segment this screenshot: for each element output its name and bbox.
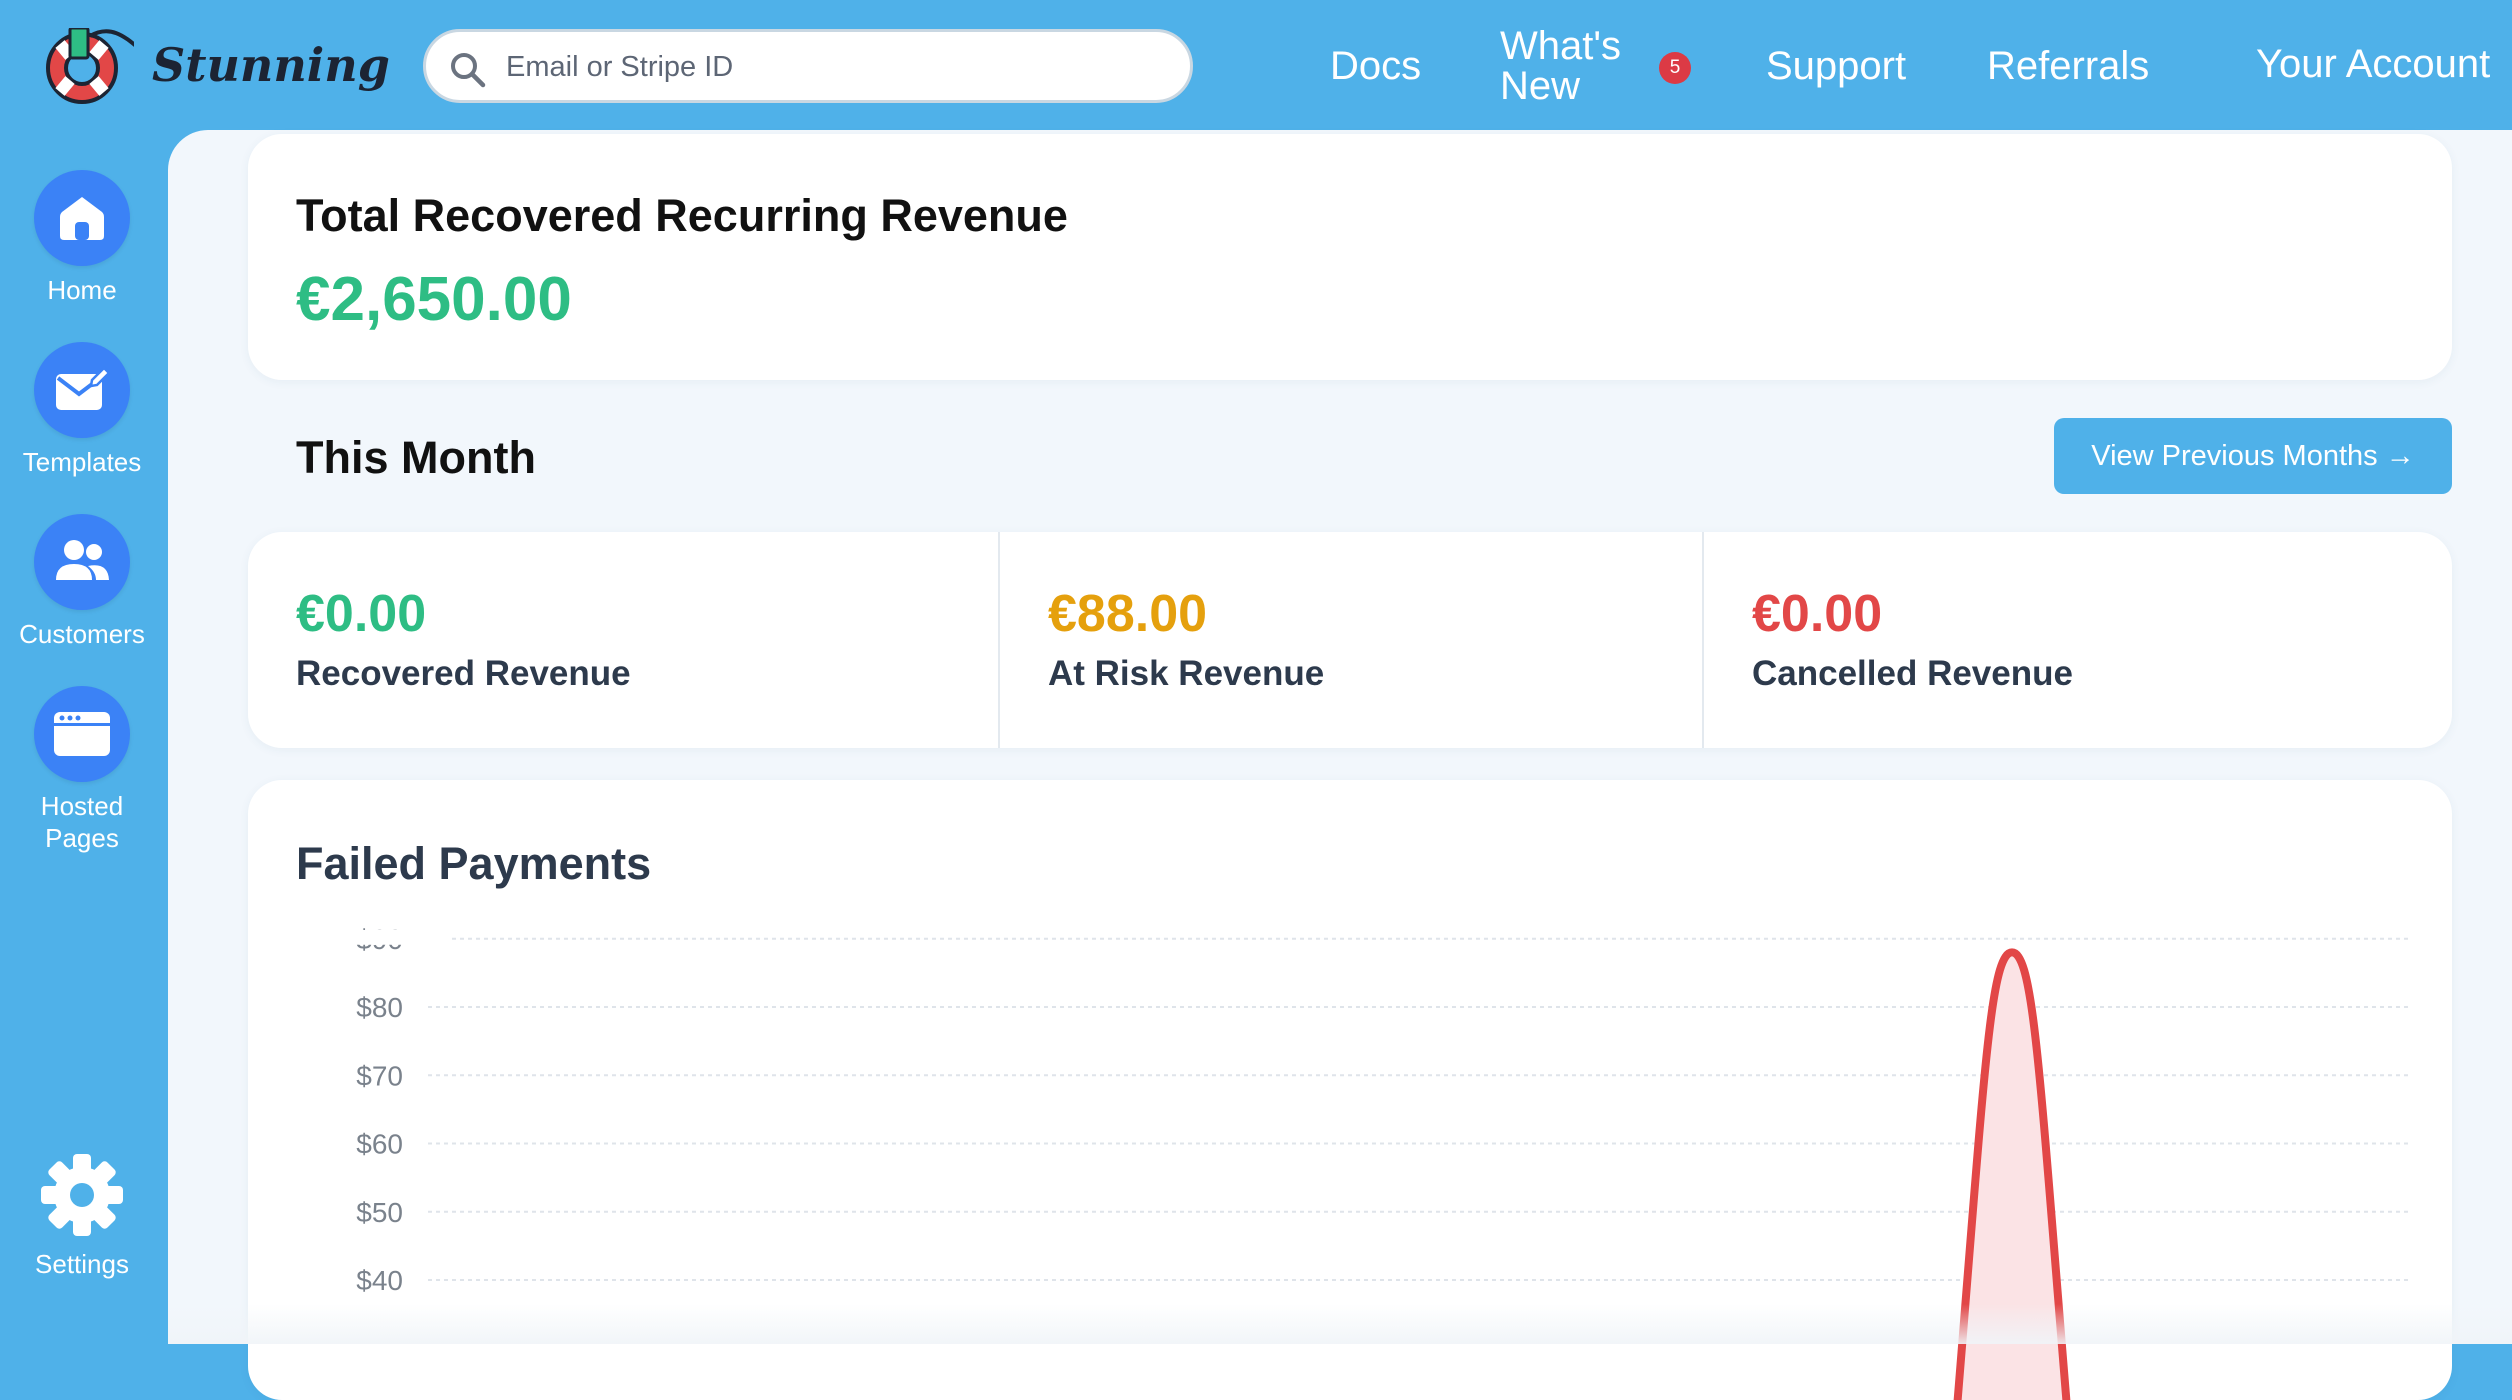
- sidebar-item-label: Templates: [22, 447, 142, 477]
- cancelled-revenue-metric: €0.00 Cancelled Revenue: [1704, 532, 2452, 748]
- lifebuoy-logo-icon: [46, 28, 134, 104]
- recovered-revenue-metric: €0.00 Recovered Revenue: [248, 532, 998, 748]
- main-content: Total Recovered Recurring Revenue €2,650…: [168, 130, 2512, 1400]
- hosted-pages-icon-circle: [34, 686, 130, 782]
- total-recovered-value: €2,650.00: [296, 265, 572, 334]
- search-icon: [451, 53, 486, 88]
- at-risk-revenue-label: At Risk Revenue: [1048, 654, 1325, 693]
- browser-window-icon: [54, 712, 110, 756]
- envelope-edit-icon: [56, 366, 110, 410]
- chart-y-tick-label: $40: [356, 1265, 403, 1296]
- nav-docs[interactable]: Docs: [1330, 46, 1421, 86]
- failed-payments-chart: $90$80$70$60$50$40: [328, 924, 2408, 1400]
- logo-text: Stunning: [152, 38, 390, 92]
- sidebar-item-hosted-pages[interactable]: Hosted Pages: [0, 686, 164, 854]
- gear-icon: [41, 1154, 123, 1236]
- nav-support[interactable]: Support: [1766, 46, 1906, 86]
- nav-your-account[interactable]: Your Account: [2256, 44, 2490, 84]
- chart-y-tick-label: $80: [356, 992, 403, 1023]
- sidebar-item-label: Customers: [19, 619, 145, 649]
- recovered-revenue-value: €0.00: [296, 585, 427, 643]
- sidebar-item-customers[interactable]: Customers: [0, 514, 164, 650]
- chart-y-tick-label: $50: [356, 1197, 403, 1228]
- chart-y-tick-label: $70: [356, 1060, 403, 1091]
- search-box[interactable]: [423, 29, 1193, 103]
- nav-whats-new-line2: New: [1500, 64, 1581, 108]
- users-icon: [56, 540, 109, 580]
- cancelled-revenue-label: Cancelled Revenue: [1752, 654, 2073, 693]
- home-icon: [60, 197, 104, 240]
- notification-badge: 5: [1659, 52, 1691, 84]
- at-risk-revenue-value: €88.00: [1048, 585, 1208, 643]
- sidebar-item-label-line2: Pages: [45, 823, 119, 853]
- chart-clip-cover: [328, 930, 448, 945]
- cancelled-revenue-value: €0.00: [1752, 585, 1883, 643]
- nav-whats-new[interactable]: What's New: [1500, 26, 1621, 106]
- total-recovered-title: Total Recovered Recurring Revenue: [296, 190, 1068, 241]
- home-icon-circle: [34, 170, 130, 266]
- stunning-logo[interactable]: Stunning: [34, 28, 390, 108]
- top-bar: Stunning Docs What's New 5 Support Refer…: [0, 0, 2512, 130]
- sidebar-item-label-line1: Hosted: [40, 791, 124, 821]
- sidebar-item-settings[interactable]: Settings: [0, 1152, 164, 1280]
- view-previous-months-button[interactable]: View Previous Months →: [2054, 418, 2452, 494]
- recovered-revenue-label: Recovered Revenue: [296, 654, 631, 693]
- sidebar: Home Templates Customers Hosted Pages Se…: [0, 130, 168, 1344]
- nav-referrals[interactable]: Referrals: [1987, 46, 2149, 86]
- templates-icon-circle: [34, 342, 130, 438]
- total-recovered-card: Total Recovered Recurring Revenue €2,650…: [248, 134, 2452, 380]
- sidebar-item-templates[interactable]: Templates: [0, 342, 164, 478]
- at-risk-revenue-metric: €88.00 At Risk Revenue: [1000, 532, 1702, 748]
- chart-y-tick-label: $60: [356, 1129, 403, 1160]
- this-month-title: This Month: [296, 432, 536, 483]
- sidebar-item-label: Home: [47, 275, 117, 305]
- failed-payments-card: Failed Payments $90$80$70$60$50$40: [248, 780, 2452, 1400]
- sidebar-item-label: Settings: [35, 1249, 129, 1279]
- nav-whats-new-line1: What's: [1500, 24, 1621, 68]
- search-input[interactable]: [506, 48, 1146, 86]
- customers-icon-circle: [34, 514, 130, 610]
- this-month-metrics-card: €0.00 Recovered Revenue €88.00 At Risk R…: [248, 532, 2452, 748]
- sidebar-item-home[interactable]: Home: [0, 170, 164, 306]
